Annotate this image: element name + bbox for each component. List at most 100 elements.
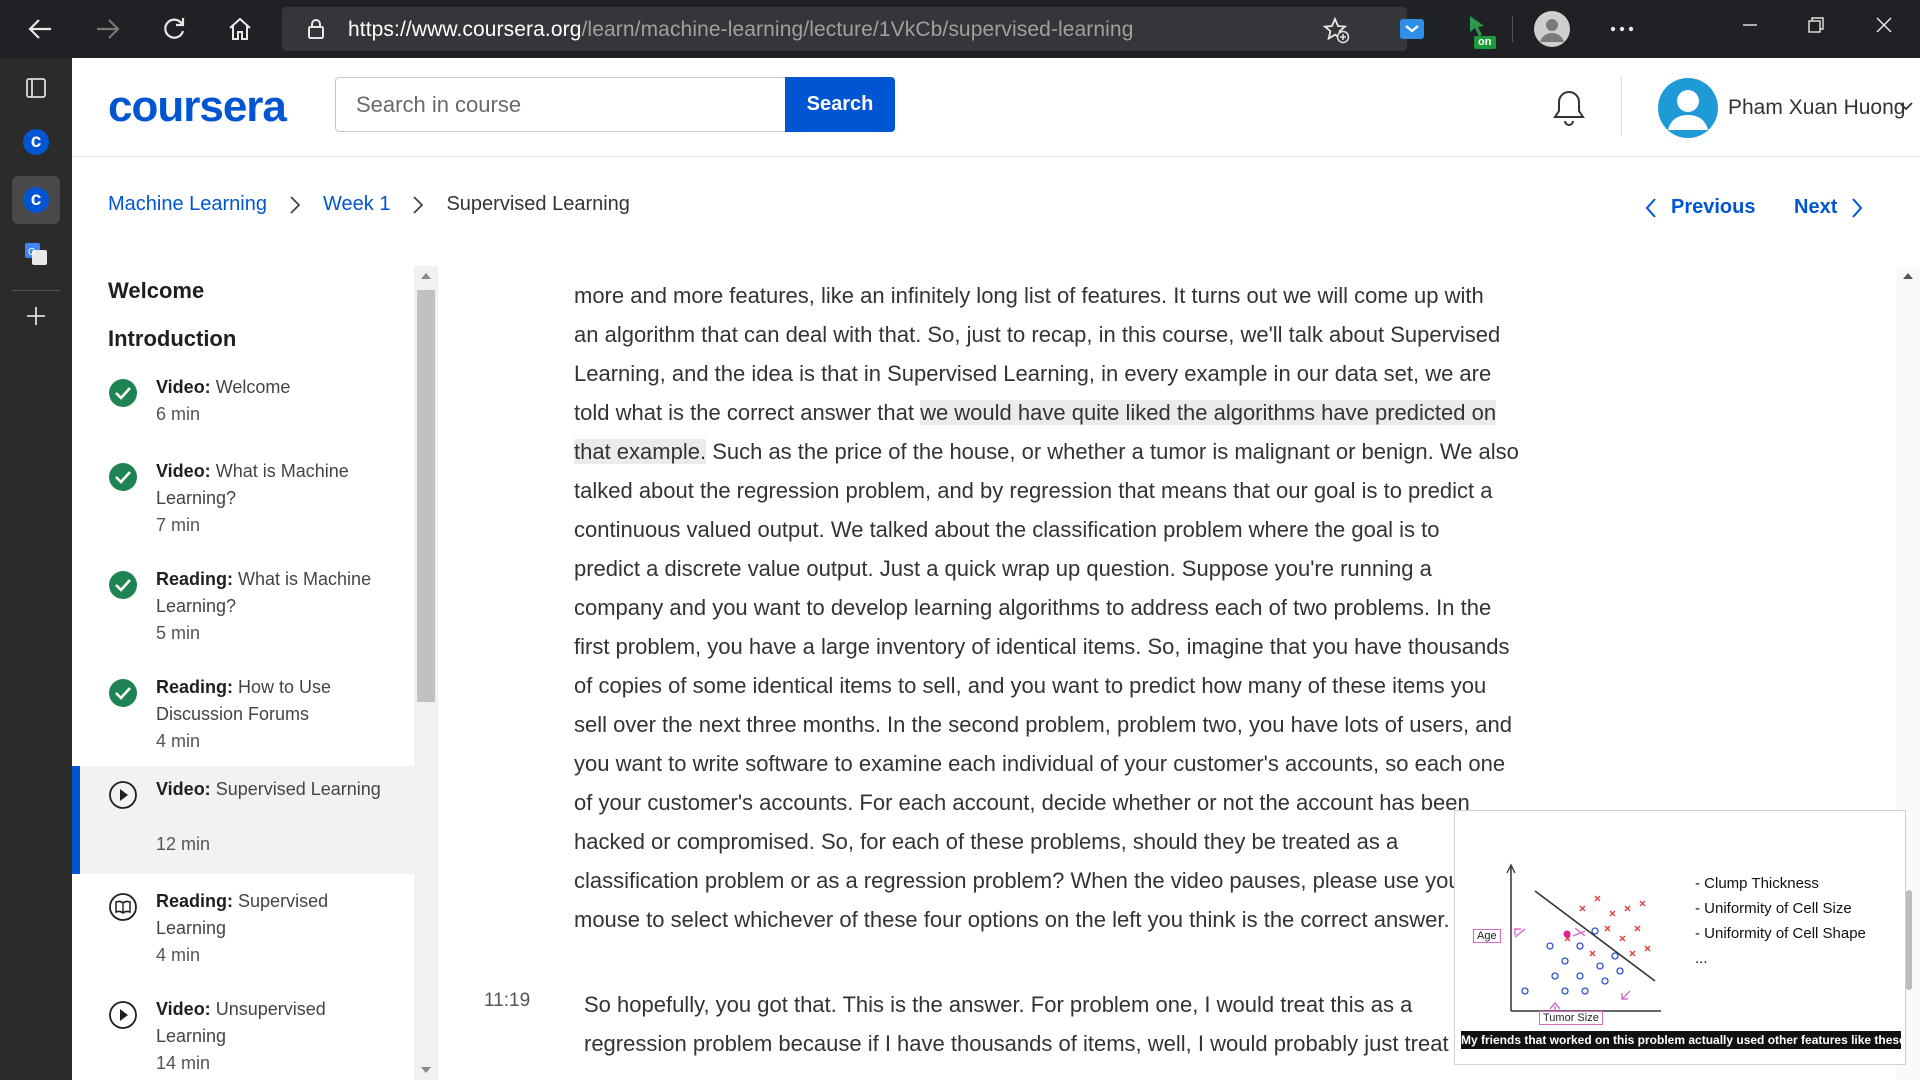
lesson-duration: 7 min [156, 515, 201, 535]
scroll-up-icon[interactable] [1902, 272, 1914, 280]
browser-titlebar: https://www.coursera.org/learn/machine-l… [0, 0, 1920, 58]
new-tab-button[interactable] [12, 292, 60, 340]
search-button[interactable]: Search [785, 77, 895, 132]
chevron-down-icon[interactable] [1898, 100, 1914, 112]
course-search-input[interactable] [335, 77, 787, 132]
transcript-line[interactable]: Learning, and the idea is that in Superv… [574, 354, 1491, 393]
restore-button[interactable] [1796, 10, 1836, 40]
sidebar-scroll-thumb[interactable] [417, 290, 435, 702]
check-circle-icon [109, 379, 137, 407]
minimize-button[interactable] [1730, 10, 1770, 40]
site-header: coursera Search Pham Xuan Huong [72, 58, 1920, 157]
extension-badge: on [1478, 36, 1492, 48]
transcript-line[interactable]: an algorithm that can deal with that. So… [574, 315, 1500, 354]
lesson-item[interactable]: Reading: What is Machine Learning? 5 min [72, 566, 414, 646]
main-scroll-thumb[interactable] [1906, 890, 1912, 990]
home-button[interactable] [220, 10, 260, 48]
lesson-title: Reading: What is Machine Learning? [156, 569, 372, 616]
pocket-icon [1400, 19, 1424, 39]
chevron-right-icon [289, 195, 301, 215]
scroll-down-icon[interactable] [420, 1066, 432, 1074]
address-bar[interactable]: https://www.coursera.org/learn/machine-l… [282, 7, 1407, 51]
breadcrumb-current: Supervised Learning [446, 193, 630, 215]
transcript-line[interactable]: that example. Such as the price of the h… [574, 432, 1519, 471]
plus-icon [27, 307, 45, 325]
lesson-item-current[interactable]: Video: Supervised Learning 12 min [72, 766, 414, 874]
back-button[interactable] [20, 10, 60, 48]
forward-button[interactable] [88, 10, 128, 48]
lesson-item[interactable]: Reading: How to Use Discussion Forums 4 … [72, 674, 414, 754]
transcript-line[interactable]: of your customer's accounts. For each ac… [574, 783, 1470, 822]
transcript-line[interactable]: first problem, you have a large inventor… [574, 627, 1510, 666]
next-label: Next [1794, 196, 1838, 218]
coursera-favicon-icon: c [23, 129, 49, 155]
previous-button[interactable]: Previous [1645, 196, 1755, 219]
settings-menu-button[interactable] [1604, 16, 1640, 42]
section-title-introduction[interactable]: Introduction [108, 326, 236, 352]
transcript-line[interactable]: company and you want to develop learning… [574, 588, 1491, 627]
transcript-timestamp[interactable]: 11:19 [484, 990, 530, 1012]
breadcrumb-course[interactable]: Machine Learning [108, 193, 267, 216]
lesson-title: Video: What is Machine Learning? [156, 461, 349, 508]
lesson-duration: 12 min [156, 834, 211, 854]
favorite-add-icon[interactable] [1322, 16, 1350, 44]
transcript-line[interactable]: classification problem or as a regressio… [574, 861, 1468, 900]
tab-coursera-2[interactable]: c [12, 176, 60, 224]
transcript-line[interactable]: of copies of some identical items to sel… [574, 666, 1486, 705]
close-icon [1876, 17, 1892, 33]
video-player[interactable]: Age Tumor Size - Clump Thickness - Unifo… [1454, 810, 1906, 1065]
avatar[interactable] [1658, 78, 1718, 138]
transcript-line[interactable]: mouse to select whichever of these four … [574, 900, 1450, 939]
transcript-line[interactable]: talked about the regression problem, and… [574, 471, 1492, 510]
lesson-item[interactable]: Video: What is Machine Learning? 7 min [72, 458, 414, 538]
close-window-button[interactable] [1864, 10, 1904, 40]
lesson-title: Reading: Supervised Learning [156, 891, 329, 938]
transcript-line[interactable]: regression problem because if I have tho… [584, 1024, 1449, 1063]
transcript-line[interactable]: continuous valued output. We talked abou… [574, 510, 1439, 549]
slide-bullet: - Uniformity of Cell Shape [1695, 925, 1866, 942]
refresh-icon [164, 18, 185, 39]
video-slide-bullets: - Clump Thickness - Uniformity of Cell S… [1695, 871, 1866, 971]
user-name[interactable]: Pham Xuan Huong [1728, 96, 1905, 120]
lesson-item[interactable]: Video: Unsupervised Learning 14 min [72, 996, 414, 1076]
lock-icon [308, 19, 324, 39]
more-horizontal-icon [1610, 26, 1634, 32]
profile-button[interactable] [1534, 11, 1570, 47]
lesson-item[interactable]: Video: Welcome 6 min [72, 374, 414, 434]
tab-actions-button[interactable] [12, 64, 60, 112]
transcript-line[interactable]: hacked or compromised. So, for each of t… [574, 822, 1398, 861]
transcript-line[interactable]: sell over the next three months. In the … [574, 705, 1512, 744]
transcript-line[interactable]: So hopefully, you got that. This is the … [584, 985, 1412, 1024]
check-circle-icon [109, 571, 137, 599]
tab-translate[interactable]: G [12, 230, 60, 278]
lesson-duration: 5 min [156, 623, 201, 643]
book-open-icon [109, 893, 137, 921]
scroll-up-icon[interactable] [420, 272, 432, 280]
lesson-duration: 4 min [156, 731, 201, 751]
transcript-line[interactable]: you want to write software to examine ea… [574, 744, 1505, 783]
transcript-line[interactable]: more and more features, like an infinite… [574, 276, 1484, 315]
transcript-line[interactable]: predict a discrete value output. Just a … [574, 549, 1432, 588]
tab-coursera-1[interactable]: c [12, 118, 60, 166]
extension-toggle[interactable]: on [1462, 12, 1498, 50]
refresh-button[interactable] [154, 10, 194, 48]
notifications-button[interactable] [1551, 88, 1587, 133]
transcript-highlight[interactable]: we would have quite liked the algorithms… [920, 400, 1497, 425]
header-divider [1621, 76, 1622, 136]
lesson-title: Reading: How to Use Discussion Forums [156, 677, 332, 724]
lesson-duration: 4 min [156, 945, 201, 965]
coursera-logo[interactable]: coursera [108, 82, 287, 132]
home-icon [229, 17, 251, 40]
slide-bullet: ... [1695, 950, 1708, 967]
breadcrumb-week[interactable]: Week 1 [323, 193, 390, 216]
transcript-line[interactable]: told what is the correct answer that we … [574, 393, 1497, 432]
lesson-item[interactable]: Reading: Supervised Learning 4 min [72, 888, 414, 968]
svg-text:G: G [28, 247, 36, 258]
extension-pocket[interactable] [1397, 14, 1427, 44]
video-caption: My friends that worked on this problem a… [1461, 1031, 1901, 1049]
next-button[interactable]: Next [1794, 196, 1863, 219]
translate-icon: G [25, 243, 47, 265]
section-title-welcome[interactable]: Welcome [108, 278, 204, 304]
transcript-highlight[interactable]: that example. [574, 439, 707, 464]
lesson-duration: 6 min [156, 404, 201, 424]
